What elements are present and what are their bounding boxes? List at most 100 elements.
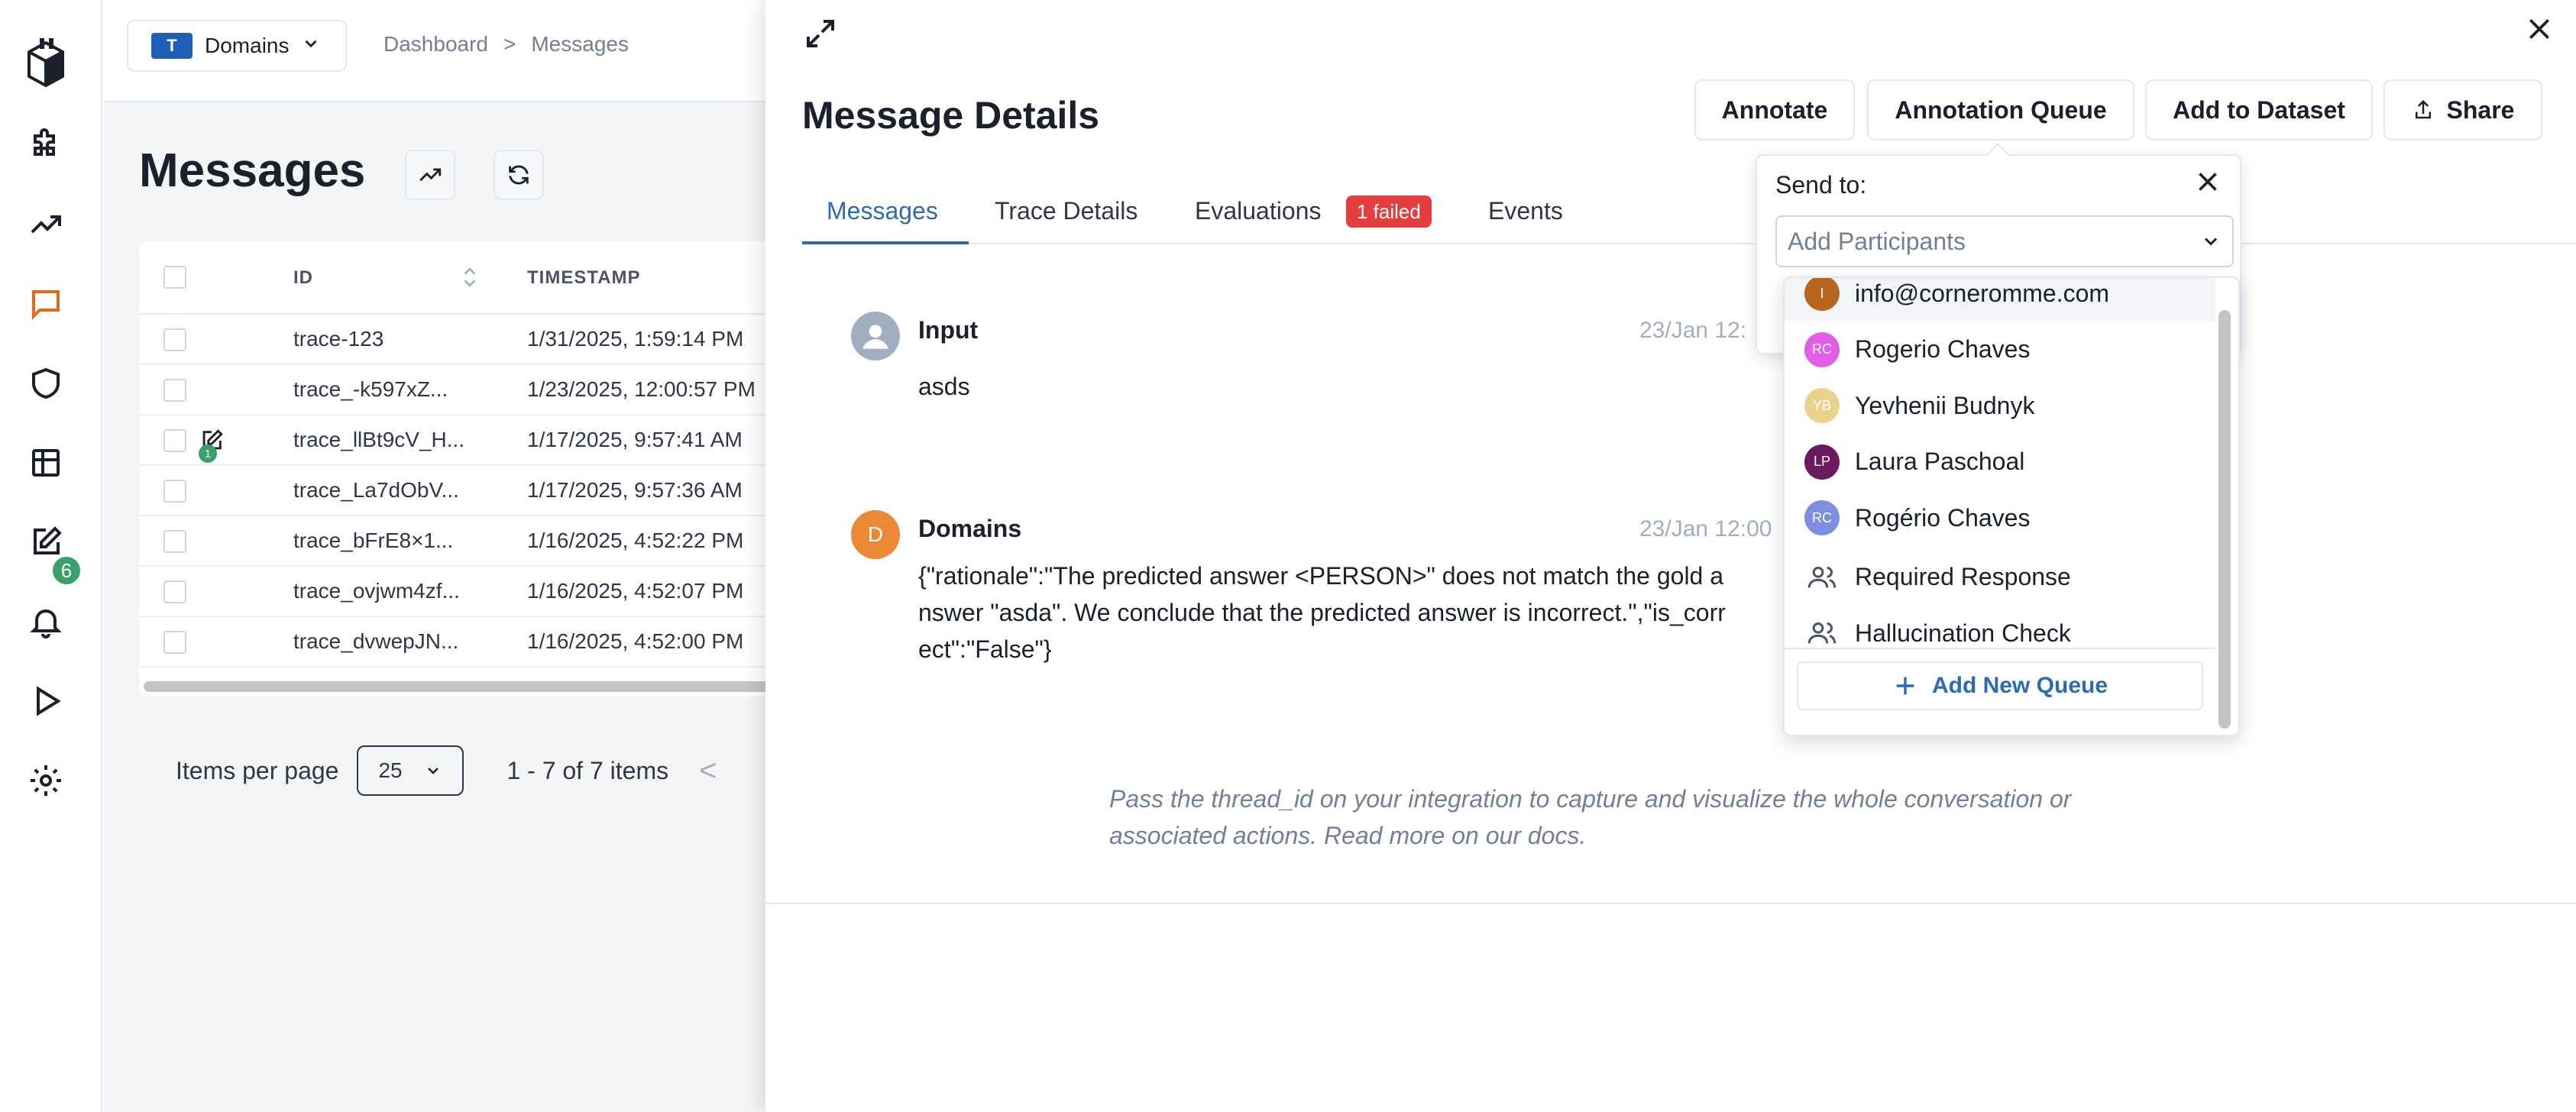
messages-icon[interactable] — [26, 284, 66, 324]
dropdown-scrollbar[interactable] — [2218, 310, 2231, 729]
message-text-line: nswer "asda". We conclude that the predi… — [918, 599, 1726, 626]
plus-icon — [1896, 677, 1914, 695]
page-title: Messages — [139, 144, 366, 197]
breadcrumb-dashboard[interactable]: Dashboard — [383, 32, 488, 57]
row-checkbox[interactable] — [163, 379, 186, 402]
drawer-title: Message Details — [802, 94, 1100, 137]
share-label: Share — [2446, 95, 2515, 124]
participant-option[interactable]: RC Rogério Chaves — [1785, 490, 2215, 545]
trace-timestamp: 1/23/2025, 12:00:57 PM — [527, 377, 756, 401]
trace-id[interactable]: trace_La7dObV... — [293, 478, 459, 503]
trace-timestamp: 1/16/2025, 4:52:22 PM — [527, 529, 744, 552]
bell-icon[interactable] — [26, 602, 66, 642]
add-to-dataset-button[interactable]: Add to Dataset — [2145, 79, 2373, 141]
participant-option[interactable]: YB Yevhenii Budnyk — [1785, 378, 2215, 433]
trace-timestamp: 1/17/2025, 9:57:36 AM — [527, 478, 743, 502]
share-button[interactable]: Share — [2383, 79, 2542, 141]
thread-id-note: Pass the thread_id on your integration t… — [1109, 781, 2163, 854]
project-name: Domains — [205, 34, 290, 57]
users-icon — [1804, 616, 1840, 651]
annotate-button[interactable]: Annotate — [1694, 79, 1855, 141]
column-header-timestamp[interactable]: TIMESTAMP — [527, 267, 641, 289]
chevron-down-icon — [428, 768, 439, 774]
gear-icon[interactable] — [26, 761, 66, 800]
message-text: {"rationale":"The predicted answer <PERS… — [918, 558, 1726, 668]
row-checkbox[interactable] — [163, 631, 186, 654]
participant-name: Rogério Chaves — [1855, 503, 2031, 532]
participants-dropdown: Iinfo@corneromme.com RC Rogerio Chaves YB Ye… — [1783, 276, 2240, 736]
sort-icon[interactable] — [460, 264, 480, 294]
expand-icon[interactable] — [802, 15, 839, 52]
project-selector[interactable]: T Domains — [127, 20, 347, 72]
queue-option[interactable]: Required Response — [1785, 550, 2215, 605]
select-all-checkbox[interactable] — [163, 266, 186, 289]
row-checkbox[interactable] — [163, 530, 186, 553]
close-icon[interactable] — [2194, 168, 2222, 196]
close-icon[interactable] — [2524, 14, 2555, 44]
participant-avatar: YB — [1804, 388, 1840, 423]
participant-avatar: RC — [1804, 331, 1840, 367]
message-details-drawer: Message Details Annotate Annotation Queu… — [765, 0, 2576, 1112]
play-icon[interactable] — [26, 681, 66, 721]
refresh-button[interactable] — [494, 150, 544, 200]
participants-placeholder: Add Participants — [1788, 227, 1966, 255]
add-new-queue-button[interactable]: Add New Queue — [1797, 661, 2203, 710]
row-checkbox[interactable] — [163, 429, 186, 452]
dropdown-divider — [1785, 648, 2215, 649]
tab-evaluations[interactable]: Evaluations — [1195, 197, 1321, 225]
column-header-id[interactable]: ID — [293, 267, 313, 289]
app-logo-icon[interactable] — [23, 38, 69, 89]
pagination-range: 1 - 7 of 7 items — [506, 756, 669, 784]
annotation-count-badge: 1 — [199, 444, 217, 463]
users-icon — [1804, 560, 1840, 595]
project-logo-icon: T — [151, 33, 193, 59]
trace-id[interactable]: trace_llBt9cV_H... — [293, 428, 464, 452]
trace-id[interactable]: trace_bFrE8×1... — [293, 529, 453, 553]
message-timestamp: 23/Jan 12: — [1639, 318, 1747, 343]
message-timestamp: 23/Jan 12:00 — [1639, 516, 1772, 541]
breadcrumb-messages[interactable]: Messages — [531, 32, 629, 57]
items-per-page-select[interactable]: 25 — [357, 745, 464, 796]
user-avatar-icon — [851, 312, 900, 360]
trace-id[interactable]: trace_dvwepJN... — [293, 629, 458, 654]
table-icon[interactable] — [26, 443, 66, 483]
message-author: Domains — [918, 515, 1022, 542]
tab-trace-details[interactable]: Trace Details — [995, 197, 1138, 225]
annotations-count-badge: 6 — [50, 554, 83, 587]
refresh-icon — [509, 165, 529, 185]
participant-option[interactable]: RC Rogerio Chaves — [1785, 322, 2215, 377]
message-text-line: ect":"False"} — [918, 635, 1052, 663]
add-new-queue-label: Add New Queue — [1931, 673, 2108, 698]
participant-option[interactable]: Iinfo@corneromme.com — [1785, 278, 2215, 321]
send-to-label: Send to: — [1775, 171, 1867, 199]
tab-events[interactable]: Events — [1488, 197, 1563, 225]
queue-option[interactable]: Hallucination Check — [1785, 606, 2215, 661]
shield-icon[interactable] — [26, 364, 66, 403]
participant-avatar: RC — [1804, 500, 1840, 535]
participant-option[interactable]: LP Laura Paschoal — [1785, 435, 2215, 490]
chevron-down-icon — [2204, 238, 2218, 246]
note-line: Pass the thread_id on your integration t… — [1109, 785, 2072, 813]
row-checkbox[interactable] — [163, 580, 186, 603]
trace-id[interactable]: trace_-k597xZ... — [293, 377, 448, 402]
analytics-button[interactable] — [405, 150, 455, 200]
active-tab-indicator — [802, 241, 969, 244]
row-checkbox[interactable] — [163, 480, 186, 503]
trace-id[interactable]: trace_ovjwm4zf... — [293, 579, 460, 603]
trending-up-icon[interactable] — [26, 205, 66, 244]
message-author: Input — [918, 316, 979, 344]
trace-timestamp: 1/16/2025, 4:52:00 PM — [527, 629, 744, 653]
evaluations-failed-badge: 1 failed — [1346, 196, 1432, 228]
trace-id[interactable]: trace-123 — [293, 327, 383, 351]
participant-avatar: I — [1804, 278, 1840, 311]
tab-messages[interactable]: Messages — [827, 197, 938, 225]
previous-page-button[interactable]: < — [699, 754, 717, 788]
message-text-line: {"rationale":"The predicted answer <PERS… — [918, 562, 1724, 590]
puzzle-icon[interactable] — [26, 125, 66, 165]
participants-select[interactable]: Add Participants — [1775, 215, 2234, 267]
queue-name: Required Response — [1855, 563, 2071, 590]
participant-name: Yevhenii Budnyk — [1855, 391, 2035, 419]
participant-name: Rogerio Chaves — [1855, 335, 2031, 363]
row-checkbox[interactable] — [163, 328, 186, 351]
annotation-queue-button[interactable]: Annotation Queue — [1867, 79, 2134, 141]
